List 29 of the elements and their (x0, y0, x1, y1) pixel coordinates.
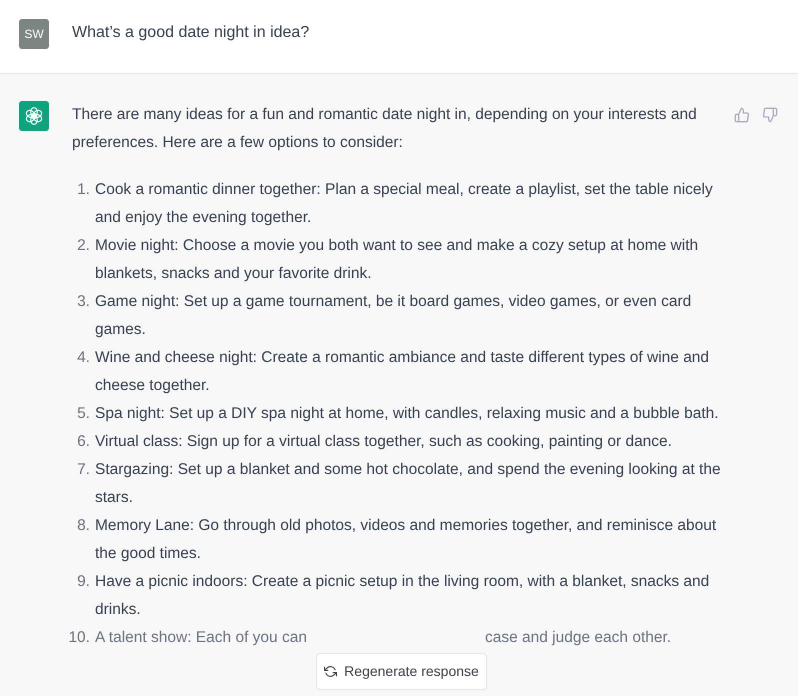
list-number: 9. (76, 572, 91, 592)
thumbs-up-icon[interactable] (734, 107, 750, 123)
list-number: 7. (76, 460, 91, 480)
list-item-text: Stargazing: Set up a blanket and some hot chocolate, and spend the evening looking at the stars. (95, 460, 722, 508)
list-number: 4. (76, 348, 91, 368)
knot-logo-icon (24, 106, 44, 126)
list-item-text: A talent show: Each of you can (95, 628, 307, 648)
list-item-text: case and judge each other. (484, 628, 672, 648)
user-message: What’s a good date night in idea? (72, 23, 310, 43)
list-item-text: Have a picnic indoors: Create a picnic setup in the living room, with a blanket, snacks and drinks. (95, 572, 710, 620)
assistant-intro: There are many ideas for a fun and romantic date night in, depending on your interests and preferences. Here are a few options to consider: (72, 105, 698, 153)
list-item-text: Wine and cheese night: Create a romantic ambiance and taste different types of wine and cheese together. (95, 348, 710, 396)
regenerate-response-button[interactable]: Regenerate response (316, 653, 487, 690)
refresh-icon (324, 665, 338, 678)
list-item-text: Movie night: Choose a movie you both want to see and make a cozy setup at home with blankets, snacks and your favorite drink. (95, 236, 700, 284)
list-number: 2. (76, 236, 91, 256)
list-number: 6. (76, 432, 91, 452)
list-number: 1. (76, 180, 91, 200)
list-number: 8. (76, 516, 91, 536)
thumbs-down-icon[interactable] (762, 107, 778, 123)
list-item-text: Game night: Set up a game tournament, be it board games, video games, or even card games. (95, 292, 692, 340)
user-avatar: SW (19, 19, 49, 49)
list-number: 3. (76, 292, 91, 312)
list-item-text: Cook a romantic dinner together: Plan a special meal, create a playlist, set the table nicely and enjoy the evening together. (95, 180, 714, 228)
list-number: 5. (76, 404, 91, 424)
list-item-text: Virtual class: Sign up for a virtual class together, such as cooking, painting or dance. (95, 432, 672, 452)
list-item-text: Spa night: Set up a DIY spa night at home, with candles, relaxing music and a bubble bath. (95, 404, 719, 424)
list-item-text: Memory Lane: Go through old photos, videos and memories together, and reminisce about the good times. (95, 516, 718, 564)
list-number: 10. (67, 628, 91, 648)
